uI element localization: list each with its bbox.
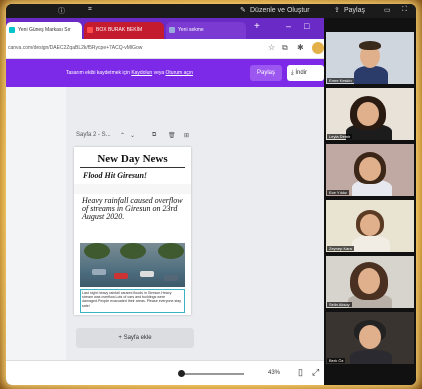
participant-tile[interactable]: Zeynep Kara [326,200,414,252]
annotate-icon[interactable]: ✎ [240,6,246,14]
download-button[interactable]: ⤓ İndir [287,65,324,81]
share-icon[interactable]: ⇪ [334,6,340,14]
profile-avatar[interactable] [312,42,324,54]
pages-icon[interactable]: ▯ [298,367,303,378]
car [114,273,128,279]
add-icon[interactable]: ⊞ [184,132,189,139]
tab-label: Yeni sekme [178,27,204,33]
face [359,157,381,181]
design-canvas: Sayfa 2 - S... ⌃ ⌄ ⧉ 🗑 ⊞ New Day News Fl… [6,87,324,360]
screen: ⓘ ⌗ ✎ Düzenle ve Oluştur ⇪ Paylaş ▭ ⛶ Ye… [6,4,416,385]
window-icon[interactable]: ▭ [384,6,391,14]
zoom-slider-handle[interactable] [178,370,185,377]
tree [158,243,184,259]
car [92,269,106,275]
chevron-down-icon[interactable]: ⌄ [130,132,135,139]
participant-name: Zeynep Kara [327,246,354,251]
participant-name: Emre Keskin [327,78,354,83]
url-field[interactable]: canva.com/design/DAEC2ZqaBL2k/f5Rycpe+7A… [8,45,142,51]
zoom-share-label[interactable]: Paylaş [344,7,365,14]
browser-tab-strip: Yeni Güneş Markası Sır BOX BURAK BEKİM Y… [6,18,324,39]
maximize-icon[interactable]: □ [304,21,309,31]
tab-new[interactable]: Yeni sekme [166,22,246,39]
tree [84,243,110,259]
tab-video[interactable]: BOX BURAK BEKİM [84,22,164,39]
video-favicon-icon [87,27,93,33]
minimize-icon[interactable]: – [286,21,291,31]
participant-tile[interactable]: Leyla Demir [326,88,414,140]
expand-icon[interactable]: ⤢ [312,367,319,378]
info-icon[interactable]: ⓘ [58,6,65,16]
face [360,214,380,236]
tab-label: BOX BURAK BEKİM [96,27,143,33]
flood-photo[interactable] [80,243,185,287]
car [140,271,154,277]
face [357,102,379,126]
promo-pre: Tasarım ekibi kaydetmek için [66,70,130,76]
spacer-band [74,184,191,194]
zoom-value[interactable]: 43% [268,370,280,376]
tree [120,243,146,259]
participant-tile[interactable]: Berk Öz [326,312,414,364]
left-panel [6,87,66,360]
fullscreen-icon[interactable]: ⛶ [402,6,407,14]
address-bar: canva.com/design/DAEC2ZqaBL2k/f5Rycpe+7A… [6,39,324,59]
signup-link[interactable]: Kaydolun [131,70,152,76]
tab-label: Yeni Güneş Markası Sır [18,27,71,33]
face [359,325,381,349]
newspaper-headline[interactable]: Heavy rainfall caused overflow of stream… [82,197,186,221]
newtab-favicon-icon [169,27,175,33]
annotate-label[interactable]: Düzenle ve Oluştur [250,7,310,14]
tab-design[interactable]: Yeni Güneş Markası Sır [6,22,82,39]
zoom-top-bar: ⓘ ⌗ ✎ Düzenle ve Oluştur ⇪ Paylaş ▭ ⛶ [6,4,416,18]
duplicate-icon[interactable]: ⧉ [152,132,156,139]
newspaper-body[interactable]: Last night heavy rainfall caused floods … [80,289,185,313]
page-label: Sayfa 2 - S... [76,132,111,138]
face [358,268,380,294]
newspaper-title[interactable]: New Day News [74,153,191,165]
zoom-slider[interactable] [184,373,244,375]
new-tab-button[interactable]: + [254,21,260,32]
participant-name: Ece Yıldız [327,190,349,195]
extension-icon[interactable]: ⧉ [282,43,288,53]
participant-name: Selin Aksoy [327,302,352,307]
participant-tile[interactable]: Ece Yıldız [326,144,414,196]
participant-tile[interactable]: Emre Keskin [326,32,414,84]
participant-tile[interactable]: Selin Aksoy [326,256,414,308]
star-icon[interactable]: ☆ [268,43,275,52]
share-button[interactable]: Paylaş [250,65,282,81]
newspaper-page[interactable]: New Day News Flood Hit Giresun! Heavy ra… [74,147,191,315]
extensions-puzzle-icon[interactable]: ✱ [297,43,304,52]
newspaper-subtitle[interactable]: Flood Hit Giresun! [83,171,147,180]
car [164,275,178,281]
participant-name: Berk Öz [327,358,346,363]
add-page-button[interactable]: + Sayfa ekle [76,328,194,348]
grid-icon[interactable]: ⌗ [88,6,92,14]
promo-bar: Tasarım ekibi kaydetmek için Kaydolun ve… [6,59,324,87]
canva-favicon-icon [9,27,15,33]
participant-name: Leyla Demir [327,134,353,139]
promo-mid: veya [153,70,165,76]
login-link[interactable]: Oturum açın [166,70,194,76]
bottom-toolbar: 43% ▯ ⤢ [6,360,324,385]
promo-text: Tasarım ekibi kaydetmek için Kaydolun ve… [66,70,193,76]
chevron-up-icon[interactable]: ⌃ [120,132,125,139]
download-label: İndir [295,70,307,76]
trash-icon[interactable]: 🗑 [168,132,176,139]
participant-gallery: Emre Keskin Leyla Demir Ece Yıldız Zeyne… [324,32,416,385]
title-divider [80,167,185,168]
page-toolbar: Sayfa 2 - S... ⌃ ⌄ ⧉ 🗑 ⊞ [72,131,194,143]
